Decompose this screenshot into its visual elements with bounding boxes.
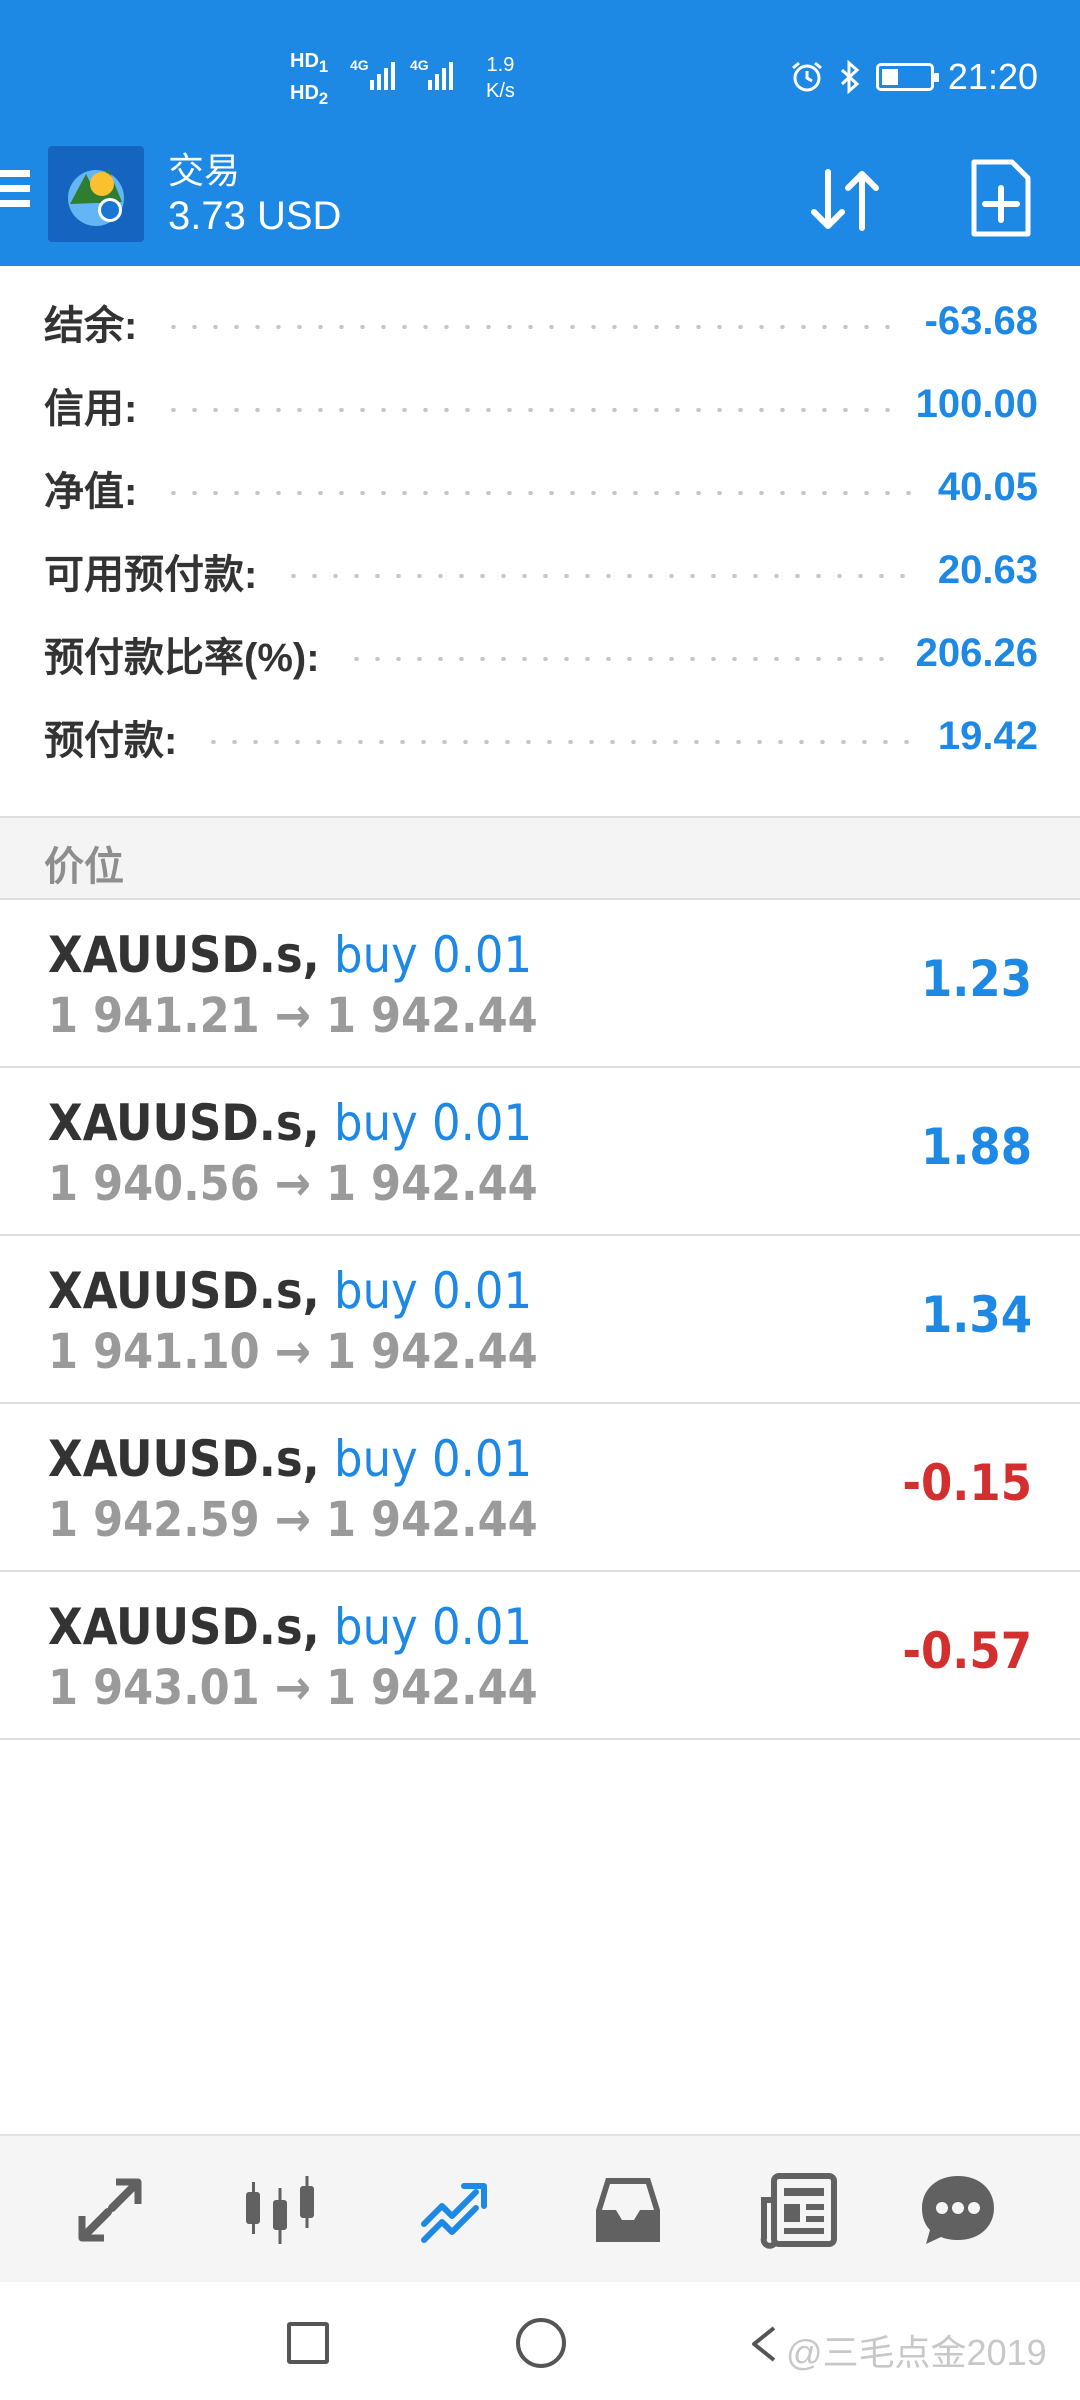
summary-label: 信用: <box>44 386 138 431</box>
dotted-leader <box>283 573 912 578</box>
summary-row-free-margin: 可用预付款: 20.63 <box>0 529 1080 612</box>
position-prices: 1 941.10 → 1 942.44 <box>48 1324 538 1380</box>
bottom-tab-bar <box>0 2134 1080 2282</box>
trade-icon <box>421 2183 487 2243</box>
summary-label: 结余: <box>44 303 138 348</box>
position-profit: 1.34 <box>921 1286 1032 1344</box>
hd-indicator: HD1 HD2 <box>290 50 329 108</box>
menu-icon[interactable] <box>0 170 30 216</box>
position-title: XAUUSD.s, buy 0.01 <box>48 1262 532 1320</box>
summary-value: 20.63 <box>937 548 1038 592</box>
position-profit: 1.23 <box>921 950 1032 1008</box>
tab-chart[interactable] <box>240 2170 320 2250</box>
tab-trade[interactable] <box>416 2170 496 2250</box>
position-profit: -0.15 <box>902 1454 1032 1512</box>
summary-value: 206.26 <box>915 631 1038 675</box>
header: HD1 HD2 4G 4G 1.9 K/s 21:20 交易 3.73 USD <box>0 0 1080 266</box>
position-title: XAUUSD.s, buy 0.01 <box>48 926 532 984</box>
bluetooth-icon <box>840 60 860 94</box>
position-symbol: XAUUSD.s, <box>48 1094 320 1152</box>
system-nav-bar: @三毛点金2019 <box>0 2282 1080 2400</box>
clock: 21:20 <box>947 56 1038 97</box>
summary-label: 可用预付款: <box>44 552 258 597</box>
summary-row-margin: 预付款: 19.42 <box>0 695 1080 778</box>
position-row[interactable]: XAUUSD.s, buy 0.01 1 943.01 → 1 942.44 -… <box>0 1572 1080 1740</box>
position-row[interactable]: XAUUSD.s, buy 0.01 1 942.59 → 1 942.44 -… <box>0 1404 1080 1572</box>
tab-quotes[interactable] <box>70 2170 150 2250</box>
position-row[interactable]: XAUUSD.s, buy 0.01 1 941.10 → 1 942.44 1… <box>0 1236 1080 1404</box>
position-row[interactable]: XAUUSD.s, buy 0.01 1 941.21 → 1 942.44 1… <box>0 900 1080 1068</box>
quotes-icon <box>78 2178 142 2242</box>
status-bar: HD1 HD2 4G 4G 1.9 K/s 21:20 <box>0 0 1080 140</box>
tab-messages[interactable] <box>918 2170 998 2250</box>
position-symbol: XAUUSD.s, <box>48 1430 320 1488</box>
position-side: buy 0.01 <box>334 1430 533 1488</box>
recent-apps-button[interactable] <box>287 2322 329 2364</box>
app-bar: 交易 3.73 USD <box>0 140 1080 266</box>
dotted-leader <box>345 656 890 661</box>
position-symbol: XAUUSD.s, <box>48 1262 320 1320</box>
position-side: buy 0.01 <box>334 926 533 984</box>
position-side: buy 0.01 <box>334 1262 533 1320</box>
history-icon <box>596 2178 660 2242</box>
alarm-icon <box>791 61 822 92</box>
account-balance-title: 3.73 USD <box>168 194 342 238</box>
section-title: 价位 <box>44 845 124 889</box>
position-title: XAUUSD.s, buy 0.01 <box>48 1598 532 1656</box>
summary-row-credit: 信用: 100.00 <box>0 363 1080 446</box>
home-button[interactable] <box>516 2318 566 2368</box>
summary-label: 预付款比率(%): <box>44 635 320 680</box>
dotted-leader <box>163 324 899 329</box>
dotted-leader <box>163 490 912 495</box>
summary-row-balance: 结余: -63.68 <box>0 280 1080 363</box>
page-title: 交易 <box>168 150 241 191</box>
position-symbol: XAUUSD.s, <box>48 926 320 984</box>
sort-icon[interactable] <box>800 160 890 240</box>
position-prices: 1 942.59 → 1 942.44 <box>48 1492 538 1548</box>
watermark: @三毛点金2019 <box>786 2332 1047 2373</box>
position-profit: 1.88 <box>921 1118 1032 1176</box>
positions-list: XAUUSD.s, buy 0.01 1 941.21 → 1 942.44 1… <box>0 900 1080 1740</box>
summary-value: 100.00 <box>915 382 1038 426</box>
net2-label: 4G <box>410 57 429 73</box>
summary-label: 净值: <box>44 469 138 514</box>
tab-history[interactable] <box>588 2170 668 2250</box>
account-summary: 结余: -63.68 信用: 100.00 净值: 40.05 可用预付款: 2… <box>0 280 1080 778</box>
tab-news[interactable] <box>760 2170 840 2250</box>
position-side: buy 0.01 <box>334 1094 533 1152</box>
mt4-logo <box>48 146 144 242</box>
position-profit: -0.57 <box>902 1622 1032 1680</box>
position-title: XAUUSD.s, buy 0.01 <box>48 1094 532 1152</box>
position-side: buy 0.01 <box>334 1598 533 1656</box>
summary-value: 40.05 <box>937 465 1038 509</box>
position-title: XAUUSD.s, buy 0.01 <box>48 1430 532 1488</box>
position-prices: 1 941.21 → 1 942.44 <box>48 988 538 1044</box>
signal-icon: 4G 4G <box>350 56 470 101</box>
battery-icon <box>875 63 939 91</box>
chart-icon <box>246 2176 314 2244</box>
summary-value: 19.42 <box>937 714 1038 758</box>
summary-value: -63.68 <box>924 299 1038 343</box>
messages-icon <box>922 2176 994 2244</box>
summary-row-equity: 净值: 40.05 <box>0 446 1080 529</box>
position-row[interactable]: XAUUSD.s, buy 0.01 1 940.56 → 1 942.44 1… <box>0 1068 1080 1236</box>
dotted-leader <box>203 739 912 744</box>
news-icon <box>760 2173 837 2249</box>
back-icon[interactable] <box>748 2324 778 2364</box>
position-prices: 1 943.01 → 1 942.44 <box>48 1660 538 1716</box>
summary-row-margin-level: 预付款比率(%): 206.26 <box>0 612 1080 695</box>
net1-label: 4G <box>350 57 369 73</box>
summary-label: 预付款: <box>44 718 178 763</box>
status-right: 21:20 <box>790 56 1038 98</box>
new-order-icon[interactable] <box>968 158 1034 240</box>
position-prices: 1 940.56 → 1 942.44 <box>48 1156 538 1212</box>
dotted-leader <box>163 407 890 412</box>
net-speed: 1.9 K/s <box>486 54 515 102</box>
section-header-positions: 价位 <box>0 816 1080 900</box>
position-symbol: XAUUSD.s, <box>48 1598 320 1656</box>
